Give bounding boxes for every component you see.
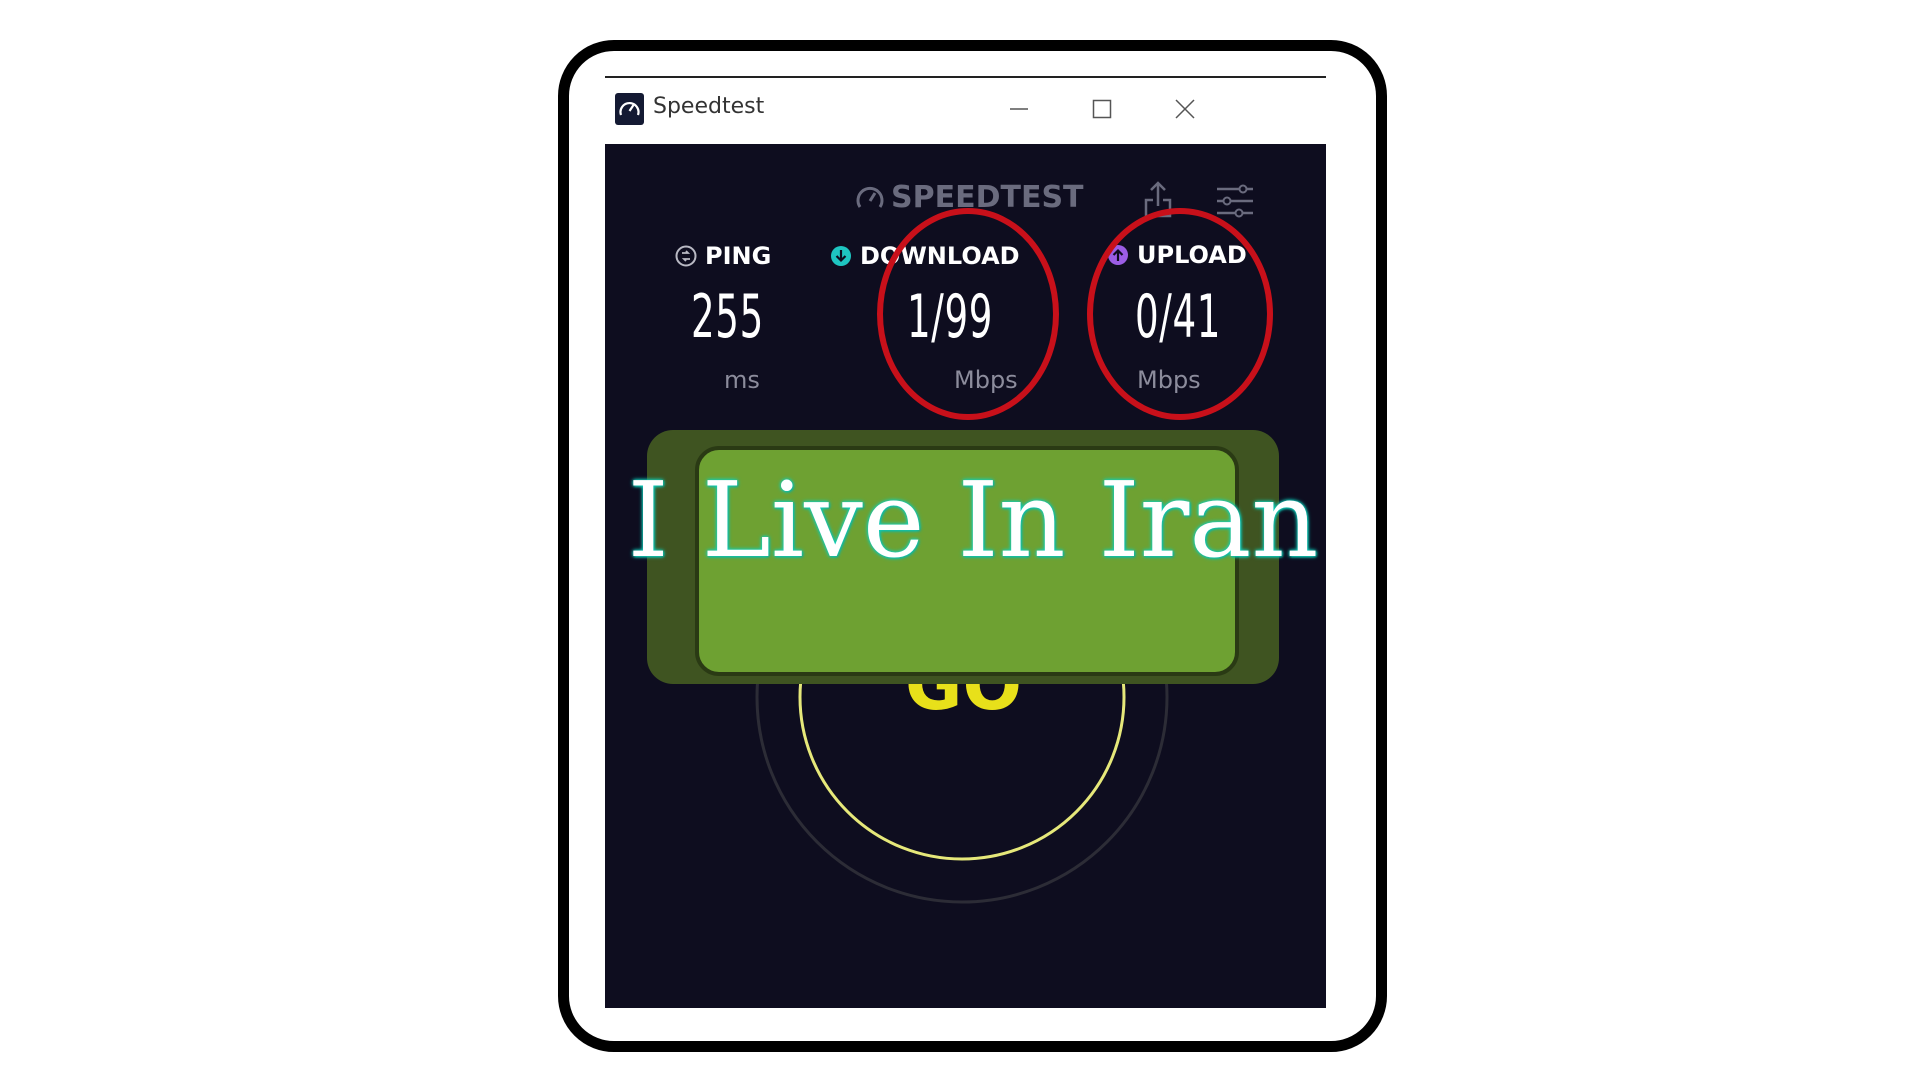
minimize-button[interactable] — [989, 86, 1049, 132]
download-highlight-circle — [877, 208, 1059, 420]
ping-icon — [675, 245, 697, 267]
speedtest-content: SPEEDTEST PING 255 ms DOWNLOAD 1/99 Mbps… — [605, 144, 1326, 1008]
speedtest-window: Speedtest SPEEDTEST PING 255 ms DOWNLOAD… — [605, 76, 1326, 1008]
ping-value: 255 — [691, 282, 764, 352]
ping-label-text: PING — [705, 242, 772, 270]
speedtest-app-icon — [615, 93, 644, 125]
title-bar[interactable]: Speedtest — [605, 78, 1326, 144]
settings-button[interactable] — [1215, 184, 1255, 222]
maximize-icon — [1092, 99, 1112, 119]
speedometer-icon — [856, 186, 884, 208]
ping-unit: ms — [724, 366, 760, 394]
ping-label: PING — [675, 242, 771, 270]
window-title: Speedtest — [653, 94, 765, 119]
settings-icon — [1217, 184, 1253, 218]
caption-text: I Live In Iran — [627, 459, 1319, 581]
close-icon — [1175, 99, 1195, 119]
upload-highlight-circle — [1087, 208, 1273, 420]
close-button[interactable] — [1155, 86, 1215, 132]
minimize-icon — [1010, 108, 1028, 110]
download-icon — [831, 246, 851, 266]
maximize-button[interactable] — [1072, 86, 1132, 132]
